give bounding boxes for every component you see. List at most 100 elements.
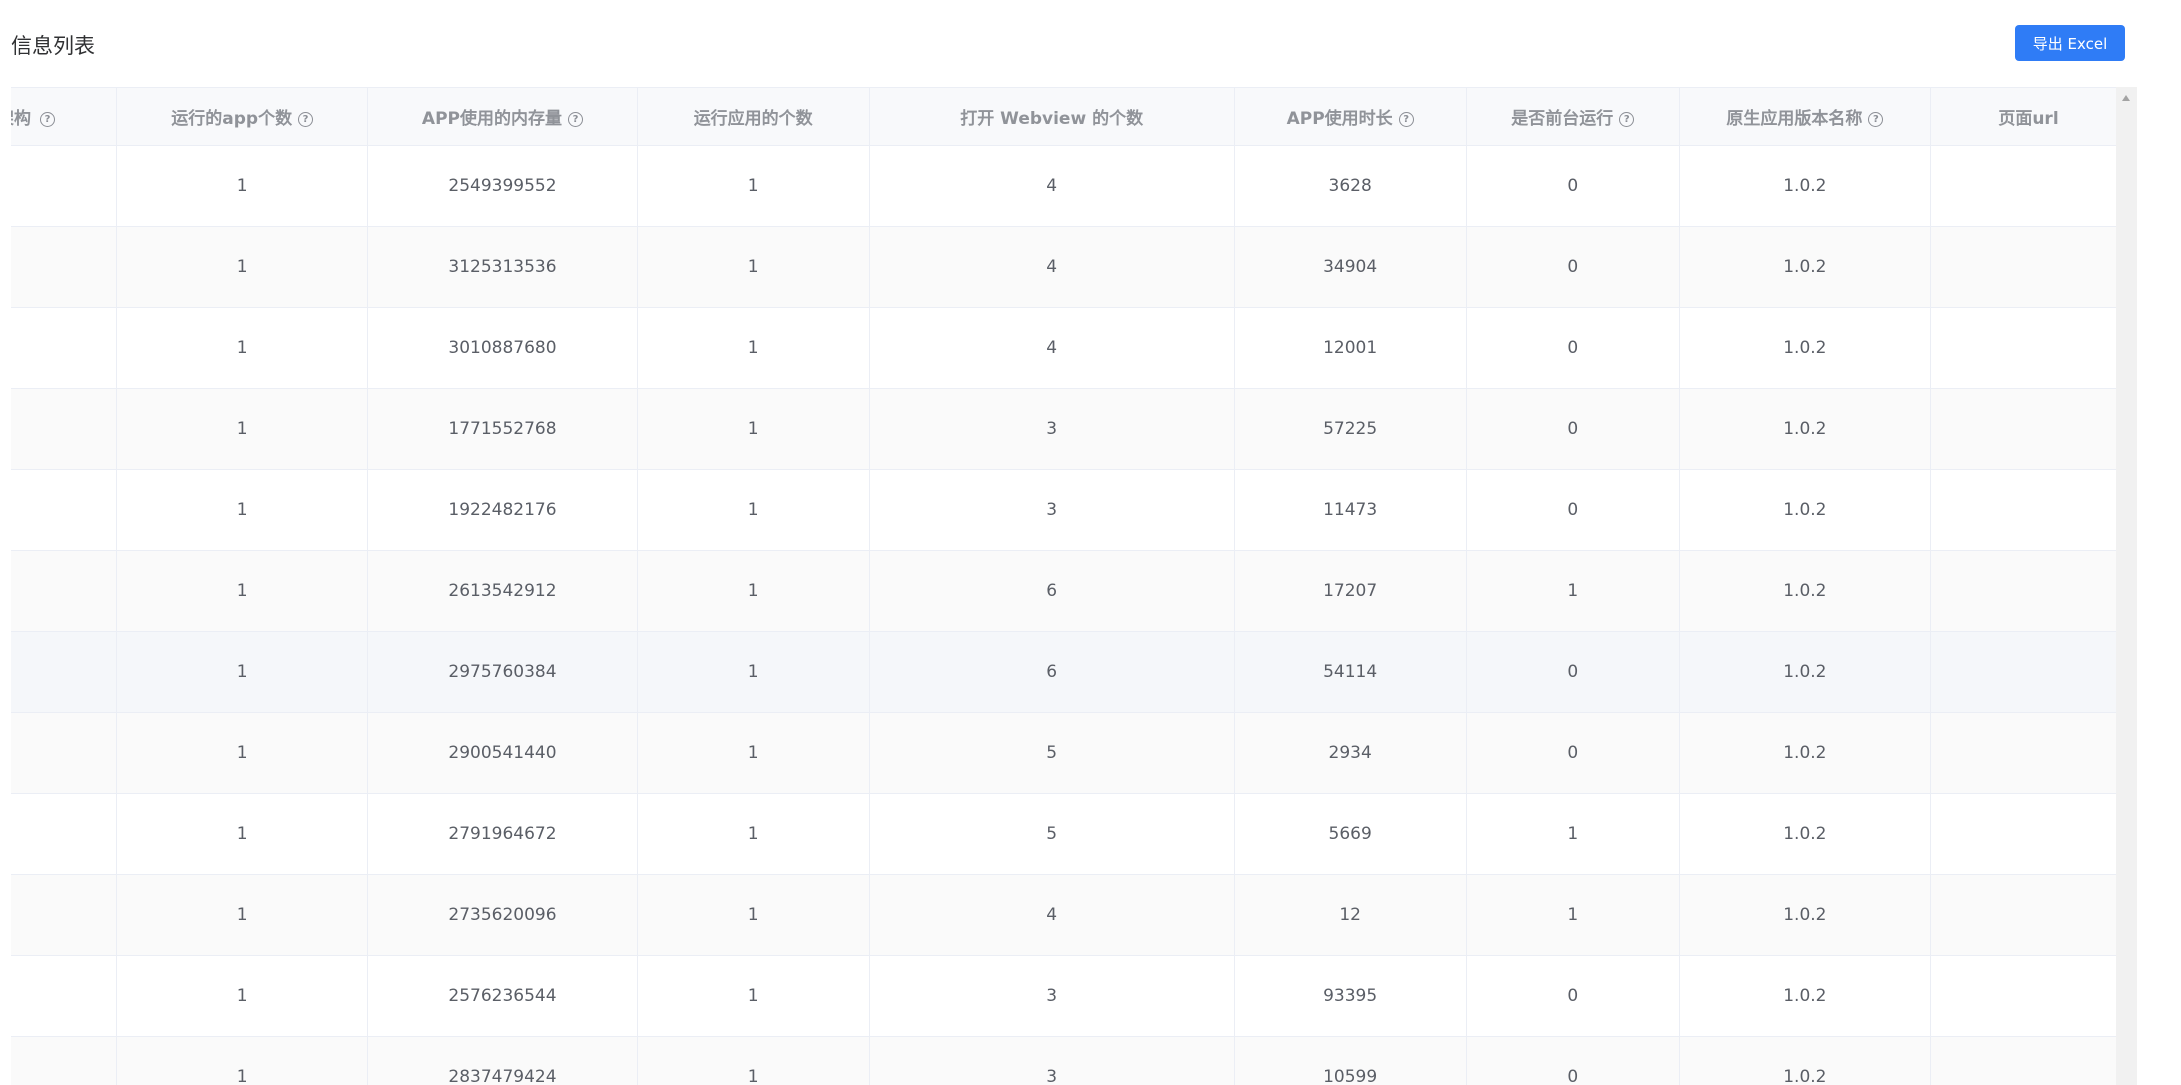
cell-app-memory: 2837479424 [367, 1036, 638, 1085]
cell-app-duration: 12 [1234, 874, 1467, 956]
cell-app-duration: 93395 [1234, 955, 1467, 1037]
cell-foreground: 1 [1466, 793, 1680, 875]
cell-running-apps: 1 [637, 955, 870, 1037]
cell-architecture [11, 388, 118, 470]
column-header-page-url[interactable]: 页面url [1930, 87, 2116, 146]
page-scrollbar [2163, 0, 2181, 1085]
table-row[interactable]: 1 2549399552 1 4 3628 0 1.0.2 [11, 145, 2116, 227]
cell-app-memory: 2576236544 [367, 955, 638, 1037]
cell-architecture [11, 550, 118, 632]
cell-running-app-count: 1 [116, 874, 369, 956]
cell-native-version: 1.0.2 [1679, 550, 1931, 632]
help-icon[interactable]: ? [298, 112, 314, 127]
column-header-running-apps[interactable]: 运行应用的个数 [637, 87, 870, 146]
table-row[interactable]: 1 2900541440 1 5 2934 0 1.0.2 [11, 712, 2116, 794]
cell-page-url [1930, 874, 2116, 956]
cell-app-duration: 54114 [1234, 631, 1467, 713]
cell-native-version: 1.0.2 [1679, 226, 1931, 308]
help-icon[interactable]: ? [1619, 112, 1635, 127]
cell-app-duration: 17207 [1234, 550, 1467, 632]
cell-page-url [1930, 307, 2116, 389]
table-row[interactable]: 1 2735620096 1 4 12 1 1.0.2 [11, 874, 2116, 956]
cell-app-duration: 2934 [1234, 712, 1467, 794]
table-row[interactable]: 1 2791964672 1 5 5669 1 1.0.2 [11, 793, 2116, 875]
cell-running-app-count: 1 [116, 1036, 369, 1085]
column-header-label: APP使用时长 [1286, 109, 1393, 129]
cell-running-app-count: 1 [116, 793, 369, 875]
table-row[interactable]: 1 2837479424 1 3 10599 0 1.0.2 [11, 1036, 2116, 1085]
cell-running-apps: 1 [637, 307, 870, 389]
cell-webview-count: 4 [869, 226, 1235, 308]
scroll-up-arrow-icon[interactable] [2122, 95, 2130, 101]
cell-page-url [1930, 793, 2116, 875]
cell-app-memory: 2549399552 [367, 145, 638, 227]
cell-running-apps: 1 [637, 550, 870, 632]
column-header-app-memory[interactable]: APP使用的内存量? [367, 87, 638, 146]
cell-page-url [1930, 550, 2116, 632]
cell-native-version: 1.0.2 [1679, 307, 1931, 389]
cell-webview-count: 4 [869, 874, 1235, 956]
cell-foreground: 1 [1466, 874, 1680, 956]
column-header-foreground[interactable]: 是否前台运行? [1466, 87, 1680, 146]
cell-running-apps: 1 [637, 469, 870, 551]
column-header-app-duration[interactable]: APP使用时长? [1234, 87, 1467, 146]
cell-app-memory: 2735620096 [367, 874, 638, 956]
column-header-webview-count[interactable]: 打开 Webview 的个数 [869, 87, 1235, 146]
column-header-label: 页面url [1998, 109, 2059, 129]
info-table-container[interactable]: 架构? 运行的app个数? APP使用的内存量? 运行应用的个数 打开 Webv… [11, 87, 2116, 1085]
help-icon[interactable]: ? [40, 112, 55, 127]
cell-webview-count: 3 [869, 1036, 1235, 1085]
table-row[interactable]: 1 1771552768 1 3 57225 0 1.0.2 [11, 388, 2116, 470]
cell-webview-count: 6 [869, 550, 1235, 632]
cell-architecture [11, 307, 118, 389]
table-header-row: 架构? 运行的app个数? APP使用的内存量? 运行应用的个数 打开 Webv… [11, 87, 2116, 146]
cell-running-app-count: 1 [116, 631, 369, 713]
cell-webview-count: 6 [869, 631, 1235, 713]
table-body: 1 2549399552 1 4 3628 0 1.0.2 1 3125313536 1 4 3490… [11, 145, 2116, 1085]
cell-running-app-count: 1 [116, 226, 369, 308]
cell-native-version: 1.0.2 [1679, 793, 1931, 875]
cell-app-memory: 1771552768 [367, 388, 638, 470]
table-row[interactable]: 1 3125313536 1 4 34904 0 1.0.2 [11, 226, 2116, 308]
cell-foreground: 0 [1466, 226, 1680, 308]
column-header-label: 架构 [11, 109, 31, 129]
column-header-native-version[interactable]: 原生应用版本名称? [1679, 87, 1931, 146]
column-header-architecture[interactable]: 架构? [11, 87, 118, 146]
cell-native-version: 1.0.2 [1679, 1036, 1931, 1085]
cell-webview-count: 5 [869, 712, 1235, 794]
cell-app-duration: 10599 [1234, 1036, 1467, 1085]
cell-page-url [1930, 145, 2116, 227]
cell-app-memory: 3125313536 [367, 226, 638, 308]
table-row[interactable]: 1 3010887680 1 4 12001 0 1.0.2 [11, 307, 2116, 389]
column-header-label: 原生应用版本名称 [1726, 109, 1863, 129]
column-header-label: 运行的app个数 [171, 109, 293, 129]
cell-running-apps: 1 [637, 874, 870, 956]
page-title: 信息列表 [11, 34, 95, 58]
cell-architecture [11, 793, 118, 875]
column-header-running-app-count[interactable]: 运行的app个数? [116, 87, 369, 146]
help-icon[interactable]: ? [1398, 112, 1414, 127]
export-excel-button[interactable]: 导出 Excel [2015, 25, 2125, 61]
cell-page-url [1930, 955, 2116, 1037]
table-row[interactable]: 1 2975760384 1 6 54114 0 1.0.2 [11, 631, 2116, 713]
cell-app-memory: 2791964672 [367, 793, 638, 875]
cell-running-apps: 1 [637, 712, 870, 794]
cell-running-app-count: 1 [116, 550, 369, 632]
table-vertical-scrollbar[interactable] [2116, 87, 2137, 1085]
cell-app-duration: 5669 [1234, 793, 1467, 875]
cell-app-duration: 12001 [1234, 307, 1467, 389]
cell-webview-count: 5 [869, 793, 1235, 875]
table-row[interactable]: 1 2576236544 1 3 93395 0 1.0.2 [11, 955, 2116, 1037]
cell-native-version: 1.0.2 [1679, 712, 1931, 794]
cell-foreground: 1 [1466, 550, 1680, 632]
cell-app-memory: 2900541440 [367, 712, 638, 794]
table-row[interactable]: 1 2613542912 1 6 17207 1 1.0.2 [11, 550, 2116, 632]
help-icon[interactable]: ? [568, 112, 583, 127]
cell-running-apps: 1 [637, 1036, 870, 1085]
table-row[interactable]: 1 1922482176 1 3 11473 0 1.0.2 [11, 469, 2116, 551]
help-icon[interactable]: ? [1868, 112, 1884, 127]
cell-foreground: 0 [1466, 1036, 1680, 1085]
column-header-label: APP使用的内存量 [421, 109, 562, 129]
cell-running-apps: 1 [637, 145, 870, 227]
cell-foreground: 0 [1466, 712, 1680, 794]
